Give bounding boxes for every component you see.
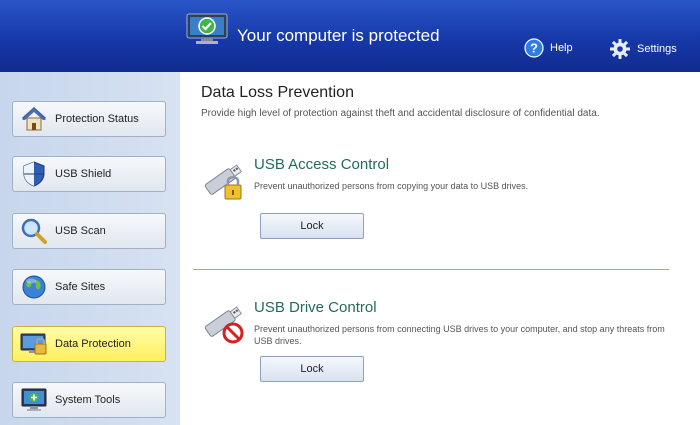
sidebar: Protection Status USB Shield USB Scan Sa… xyxy=(0,72,180,425)
main-panel: Data Loss Prevention Provide high level … xyxy=(180,72,700,425)
page-description: Provide high level of protection against… xyxy=(201,108,600,119)
section-divider xyxy=(193,269,669,270)
sidebar-item-label: Protection Status xyxy=(55,113,139,125)
usb-lock-icon xyxy=(204,164,243,200)
magnifier-icon xyxy=(21,218,47,244)
gear-icon xyxy=(610,39,630,59)
house-icon xyxy=(21,106,47,131)
monitor-icon xyxy=(21,388,47,411)
sidebar-item-safe-sites[interactable]: Safe Sites xyxy=(12,269,166,305)
sidebar-item-usb-shield[interactable]: USB Shield xyxy=(12,156,166,192)
help-button[interactable]: ? Help xyxy=(524,38,573,58)
usb-block-icon xyxy=(204,306,244,344)
sidebar-item-label: USB Scan xyxy=(55,225,106,237)
sidebar-item-system-tools[interactable]: System Tools xyxy=(12,382,166,418)
svg-text:?: ? xyxy=(530,41,538,56)
data-protection-icon xyxy=(20,333,47,355)
usb-drive-control-title: USB Drive Control xyxy=(254,299,377,316)
usb-access-lock-button[interactable]: Lock xyxy=(260,213,364,239)
sidebar-item-usb-scan[interactable]: USB Scan xyxy=(12,213,166,249)
settings-label: Settings xyxy=(637,43,677,55)
usb-drive-lock-button[interactable]: Lock xyxy=(260,356,364,382)
sidebar-item-protection-status[interactable]: Protection Status xyxy=(12,101,166,137)
sidebar-item-label: Data Protection xyxy=(55,338,131,350)
sidebar-item-label: Safe Sites xyxy=(55,281,106,293)
sidebar-item-label: USB Shield xyxy=(55,168,112,180)
usb-access-control-title: USB Access Control xyxy=(254,156,390,173)
usb-access-control-description: Prevent unauthorized persons from copyin… xyxy=(254,181,529,191)
usb-drive-control-description: Prevent unauthorized persons from connec… xyxy=(254,324,665,346)
globe-icon xyxy=(22,275,46,299)
sidebar-item-label: System Tools xyxy=(55,394,121,406)
settings-button[interactable]: Settings xyxy=(609,38,677,60)
shield-icon xyxy=(23,161,45,187)
help-icon: ? xyxy=(524,38,544,58)
help-label: Help xyxy=(550,42,573,54)
protection-status-title: Your computer is protected xyxy=(237,26,440,45)
app-header: Your computer is protected ? Help Settin… xyxy=(0,0,700,72)
page-title: Data Loss Prevention xyxy=(201,84,354,101)
sidebar-item-data-protection[interactable]: Data Protection xyxy=(12,326,166,362)
protected-monitor-icon xyxy=(186,13,228,44)
